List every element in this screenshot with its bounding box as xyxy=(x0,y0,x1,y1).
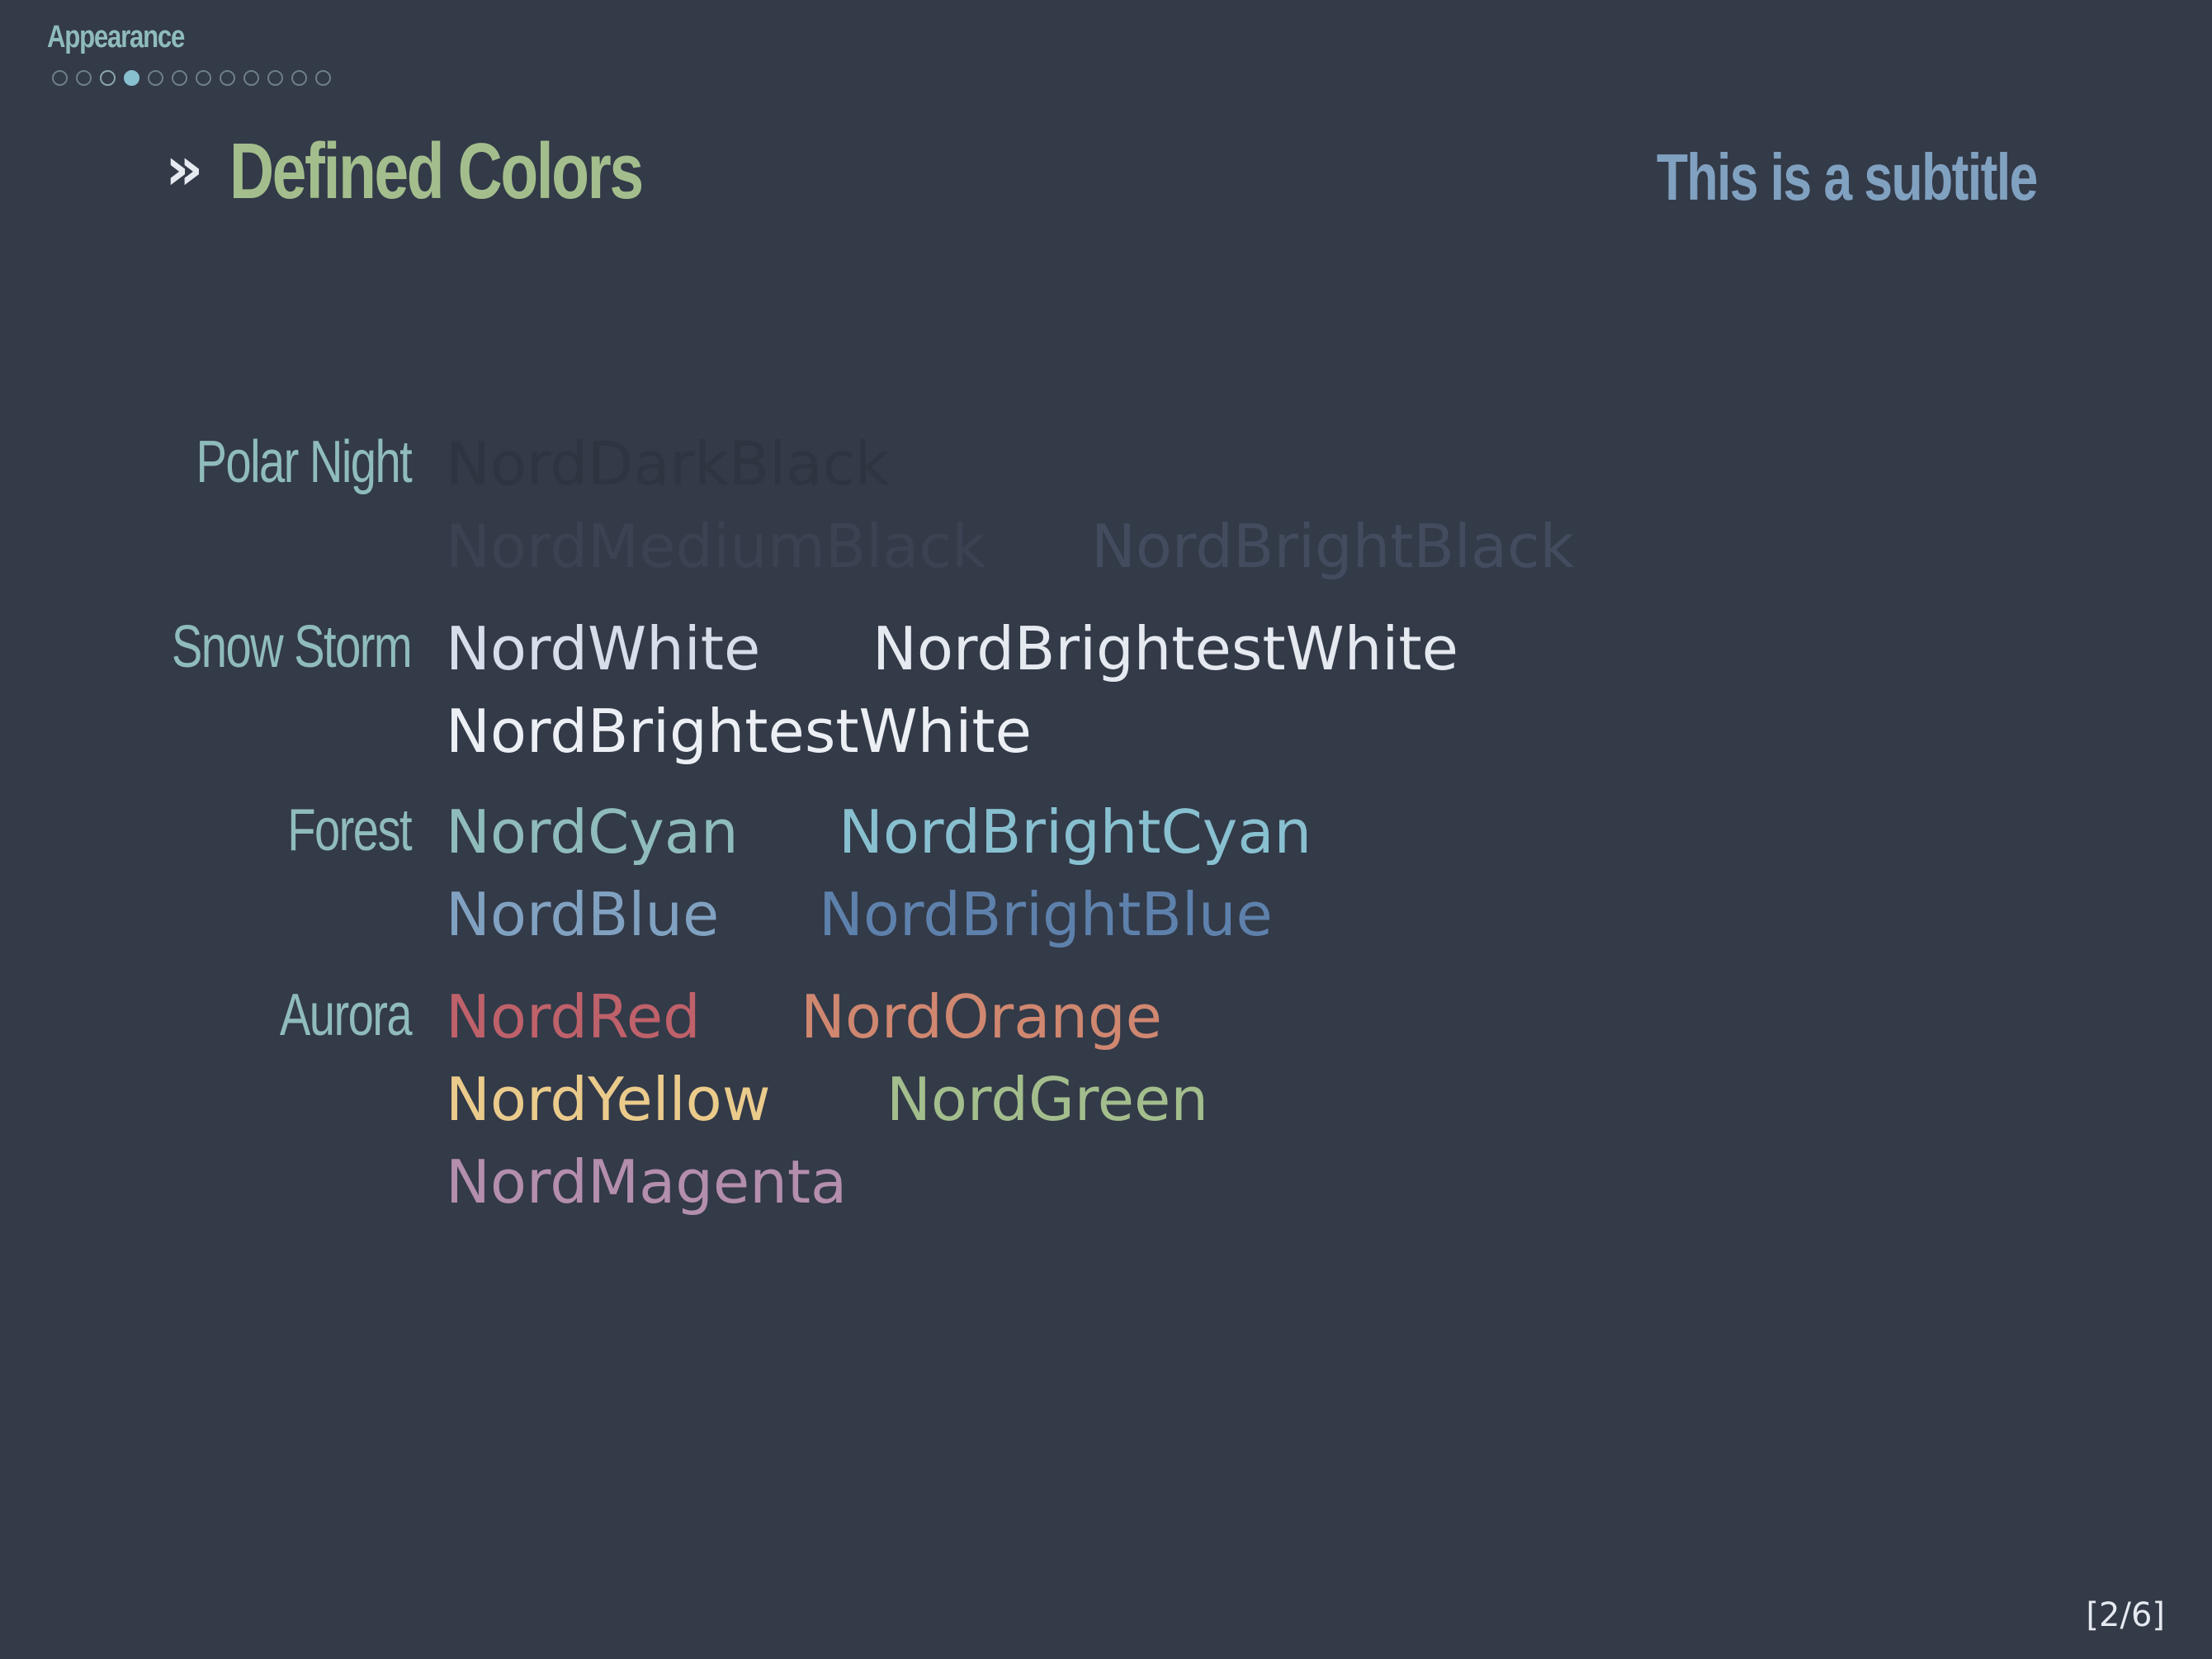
color-name-green: NordGreen xyxy=(886,1065,1208,1134)
color-name-bright-blue: NordBrightBlue xyxy=(819,880,1273,949)
nav-dot[interactable] xyxy=(76,70,92,86)
group-label-forest: Forest xyxy=(287,797,412,863)
nav-dot[interactable] xyxy=(291,70,307,86)
color-name-bright-black: NordBrightBlack xyxy=(1091,512,1575,581)
group-label-snow-storm: Snow Storm xyxy=(171,614,413,680)
section-title[interactable]: Appearance xyxy=(47,20,185,55)
color-name-blue: NordBlue xyxy=(446,880,720,949)
nav-dot[interactable] xyxy=(243,70,259,86)
nav-dot[interactable] xyxy=(52,70,68,86)
nav-dot[interactable] xyxy=(124,70,139,86)
nav-dot[interactable] xyxy=(172,70,187,86)
color-name-orange: NordOrange xyxy=(801,982,1162,1052)
nav-dot[interactable] xyxy=(196,70,211,86)
frame-marker: » xyxy=(165,134,204,203)
nav-dot[interactable] xyxy=(267,70,283,86)
group-label-aurora: Aurora xyxy=(279,982,413,1048)
color-name-bright-cyan: NordBrightCyan xyxy=(839,797,1312,867)
nav-dot[interactable] xyxy=(148,70,163,86)
frame-subtitle: This is a subtitle xyxy=(1657,140,2038,214)
nav-dot[interactable] xyxy=(315,70,331,86)
color-name-red: NordRed xyxy=(446,982,701,1052)
color-name-magenta: NordMagenta xyxy=(446,1147,848,1217)
color-name-yellow: NordYellow xyxy=(446,1065,771,1134)
color-name-white: NordWhite xyxy=(446,614,761,683)
color-name-cyan: NordCyan xyxy=(446,797,739,867)
nav-dot[interactable] xyxy=(100,70,116,86)
color-name-brightest-white-2: NordBrightestWhite xyxy=(446,697,1032,766)
page-counter: [2/6] xyxy=(2086,1596,2165,1634)
color-name-medium-black: NordMediumBlack xyxy=(446,512,986,581)
color-name-brightest-white: NordBrightestWhite xyxy=(872,614,1458,683)
group-label-polar-night: Polar Night xyxy=(196,429,412,495)
color-name-dark-black: NordDarkBlack xyxy=(446,429,890,499)
frame-title: Defined Colors xyxy=(229,127,644,215)
nav-dot[interactable] xyxy=(220,70,235,86)
